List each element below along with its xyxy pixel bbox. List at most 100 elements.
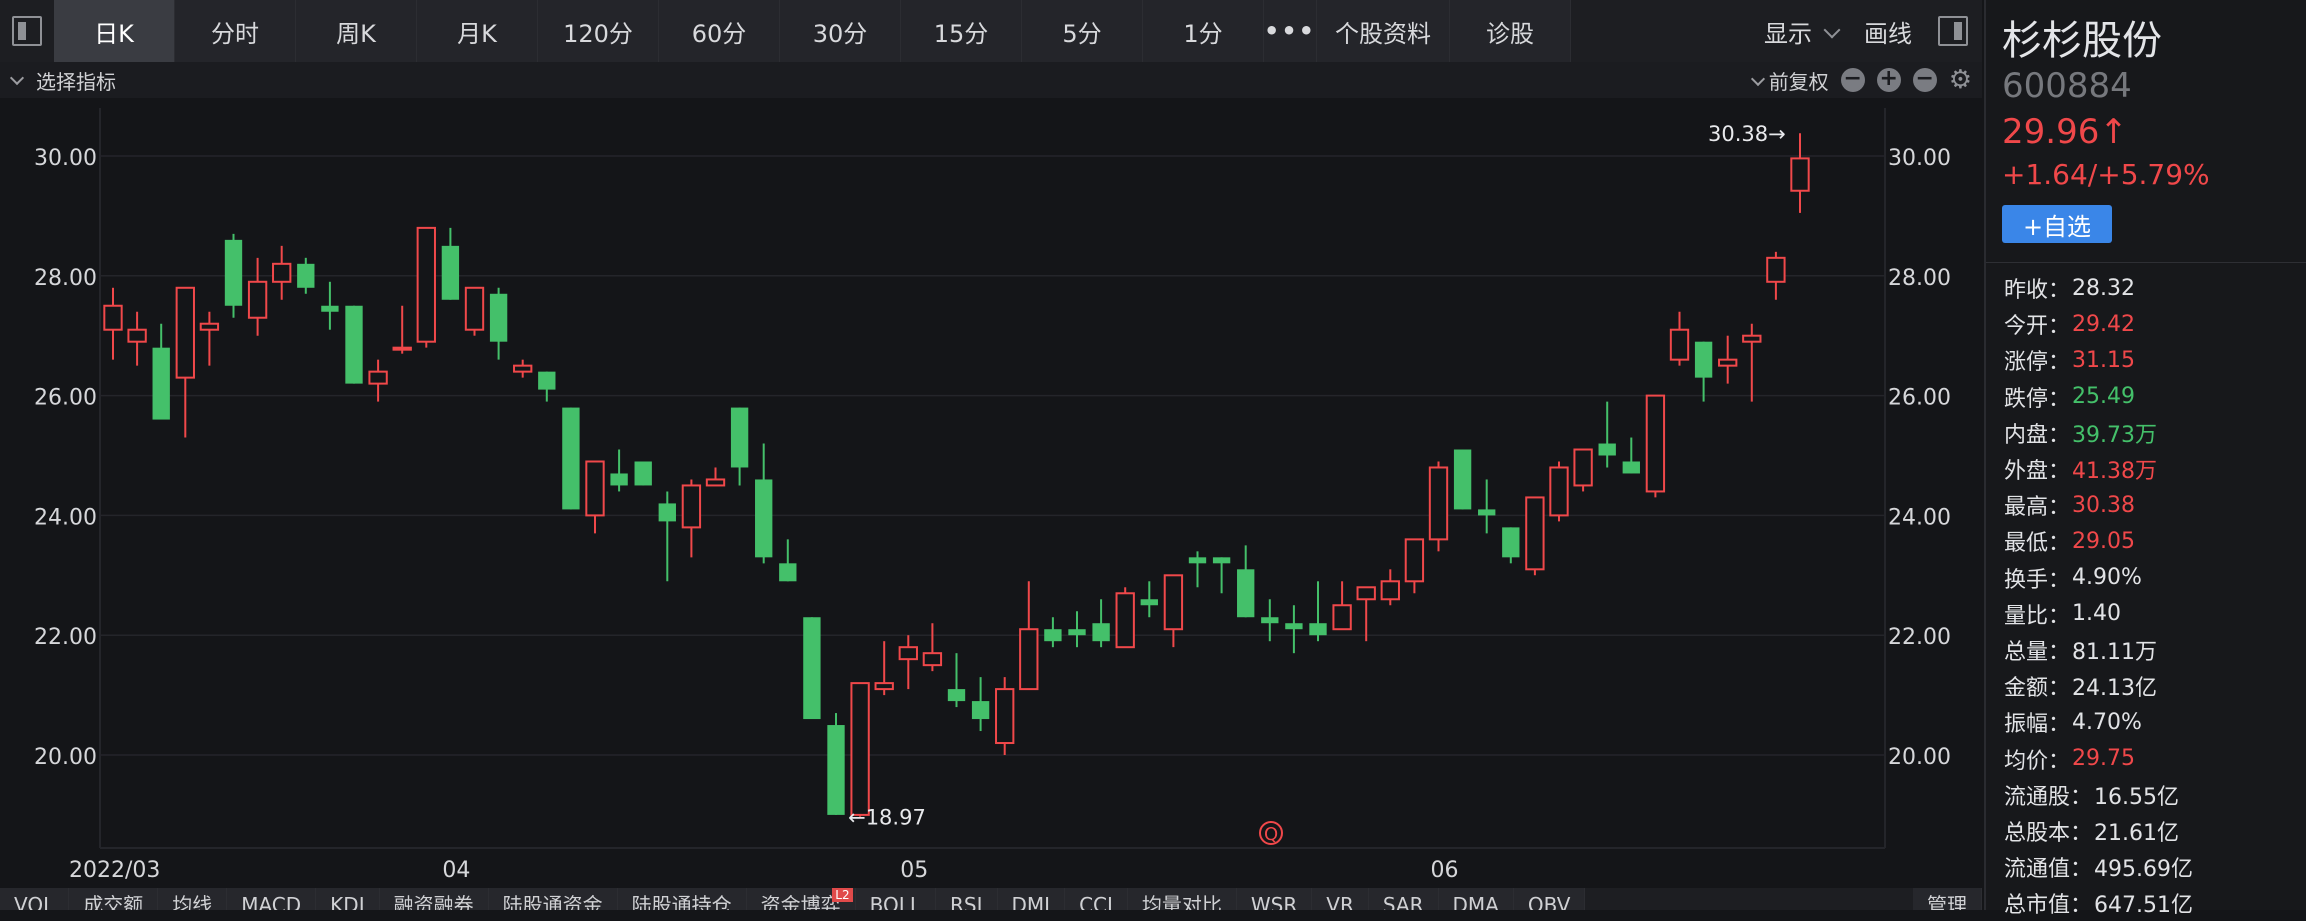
indicator-tab[interactable]: 陆股通持仓 xyxy=(617,888,747,910)
candle-down xyxy=(1140,599,1158,606)
kline-chart[interactable]: 30.00 30.00 28.00 28.00 26.00 26.00 24.00 24.00… xyxy=(0,98,1982,888)
candle-down xyxy=(1261,617,1279,624)
indicator-tab[interactable]: VOL xyxy=(0,888,70,910)
tab-monthly-k[interactable]: 月K xyxy=(417,0,538,62)
candle-up xyxy=(1332,604,1352,631)
tab-1min[interactable]: 1分 xyxy=(1143,0,1264,62)
stat-value: 30.38 xyxy=(2072,492,2135,518)
indicator-tab[interactable]: RSI xyxy=(936,888,998,910)
indicator-select-label: 选择指标 xyxy=(36,69,116,94)
zoom-in-icon[interactable]: + xyxy=(1876,68,1901,92)
candle-up xyxy=(199,322,220,331)
stat-label: 内盘： xyxy=(2004,422,2071,448)
indicator-tab[interactable]: 均线 xyxy=(158,888,228,910)
indicator-tab[interactable]: VR xyxy=(1312,888,1369,910)
stat-value: 647.51亿 xyxy=(2094,893,2193,919)
indicator-tab[interactable]: 陆股通资金 xyxy=(488,888,618,910)
stat-row: 涨停： 31.15 xyxy=(2004,342,2193,378)
indicator-tab[interactable]: DMI xyxy=(997,888,1066,910)
candle-up xyxy=(464,286,485,331)
period-tabs: 日K 分时 周K 月K 120分 60分 30分 15分 5分 1分 ••• 个… xyxy=(54,0,1571,62)
x-tick-label: 05 xyxy=(900,858,928,883)
adjust-dropdown[interactable]: 前复权 xyxy=(1749,66,1829,95)
candle-down xyxy=(1044,629,1062,642)
more-periods-button[interactable]: ••• xyxy=(1264,0,1317,62)
indicator-tab[interactable]: CCI xyxy=(1065,888,1128,910)
candle-up xyxy=(247,280,268,319)
indicator-tab[interactable]: MACD xyxy=(227,888,317,910)
tab-stock-profile[interactable]: 个股资料 xyxy=(1317,0,1450,62)
gear-icon[interactable]: ⚙ xyxy=(1949,65,1972,95)
candle-up xyxy=(1525,496,1545,571)
candle-up xyxy=(272,262,292,283)
candle-down xyxy=(1478,509,1496,516)
candle-up xyxy=(1790,157,1810,192)
indicator-tab[interactable]: 资金博弈 L2 xyxy=(746,888,856,910)
indicator-tab[interactable]: BOLL xyxy=(855,888,936,910)
indicator-select[interactable]: 选择指标 xyxy=(0,66,116,95)
indicator-tab[interactable]: 管理 xyxy=(1913,888,1982,910)
candle-down xyxy=(489,293,508,342)
low-annotation: ←18.97 xyxy=(848,806,926,830)
y-tick-label-right: 30.00 xyxy=(1888,146,1951,171)
stat-row: 金额： 24.13亿 xyxy=(2004,668,2193,704)
y-tick-label: 24.00 xyxy=(34,505,97,530)
stat-label: 金额： xyxy=(2004,676,2071,702)
candle-down xyxy=(345,305,363,384)
high-annotation: 30.38→ xyxy=(1708,122,1786,146)
quote-panel: 杉杉股份 600884 29.96↑ +1.64/+5.79% +自选 昨收： 2… xyxy=(1984,0,2306,918)
candle-down xyxy=(1694,341,1713,378)
stat-label: 流通值： xyxy=(2004,857,2093,883)
tab-5min[interactable]: 5分 xyxy=(1022,0,1143,62)
candle-up xyxy=(1742,334,1762,343)
tab-diagnose[interactable]: 诊股 xyxy=(1450,0,1571,62)
stat-label: 振幅： xyxy=(2004,712,2071,738)
y-tick-label: 20.00 xyxy=(34,745,97,770)
stat-value: 25.49 xyxy=(2072,384,2135,410)
stat-row: 总市值： 647.51亿 xyxy=(2004,885,2193,921)
tab-15min[interactable]: 15分 xyxy=(901,0,1022,62)
draw-line-button[interactable]: 画线 xyxy=(1864,14,1912,49)
tab-60min[interactable]: 60分 xyxy=(659,0,780,62)
candle-down xyxy=(1285,623,1303,630)
stat-label: 最低： xyxy=(2004,531,2071,557)
candle-down xyxy=(297,263,315,288)
indicator-tab[interactable]: OBV xyxy=(1513,888,1586,910)
zoom-out-icon[interactable]: − xyxy=(1840,68,1865,92)
tab-30min[interactable]: 30分 xyxy=(780,0,901,62)
tab-daily-k[interactable]: 日K xyxy=(54,0,175,62)
add-watchlist-button[interactable]: +自选 xyxy=(2002,205,2112,243)
tab-weekly-k[interactable]: 周K xyxy=(296,0,417,62)
stat-value: 41.38万 xyxy=(2072,459,2157,485)
candle-down xyxy=(152,347,170,420)
indicator-tab[interactable]: SAR xyxy=(1368,888,1439,910)
tab-intraday[interactable]: 分时 xyxy=(175,0,296,62)
stat-value: 29.05 xyxy=(2072,528,2135,554)
indicator-tab[interactable]: 融资融券 xyxy=(379,888,489,910)
right-panel-toggle-icon[interactable] xyxy=(1938,16,1968,46)
stat-row: 内盘： 39.73万 xyxy=(2004,415,2193,451)
tab-120min[interactable]: 120分 xyxy=(538,0,659,62)
candle-down xyxy=(1092,623,1110,642)
candle-down xyxy=(947,689,966,702)
stat-value: 29.75 xyxy=(2072,746,2135,772)
left-panel-toggle[interactable] xyxy=(0,0,54,62)
shrink-icon[interactable]: − xyxy=(1912,68,1937,92)
candle-up xyxy=(1645,394,1666,493)
indicator-tab[interactable]: DMA xyxy=(1438,888,1514,910)
stat-value: 81.11万 xyxy=(2072,639,2157,665)
candle-up xyxy=(995,688,1015,745)
panel-toggle-icon xyxy=(12,16,42,46)
stat-label: 总市值： xyxy=(2004,893,2093,919)
candle-down xyxy=(1188,557,1207,564)
indicator-tab[interactable]: WSR xyxy=(1236,888,1313,910)
candle-up xyxy=(1404,538,1425,583)
indicator-tab[interactable]: 成交额 xyxy=(69,888,159,910)
stat-row: 流通值： 495.69亿 xyxy=(2004,849,2193,885)
candle-down xyxy=(562,407,580,510)
stat-value: 28.32 xyxy=(2072,275,2135,301)
indicator-tab[interactable]: 均量对比 xyxy=(1127,888,1237,910)
indicator-tab[interactable]: KDJ xyxy=(316,888,380,910)
stat-label: 总量： xyxy=(2004,639,2071,665)
display-dropdown[interactable]: 显示 xyxy=(1764,14,1841,49)
